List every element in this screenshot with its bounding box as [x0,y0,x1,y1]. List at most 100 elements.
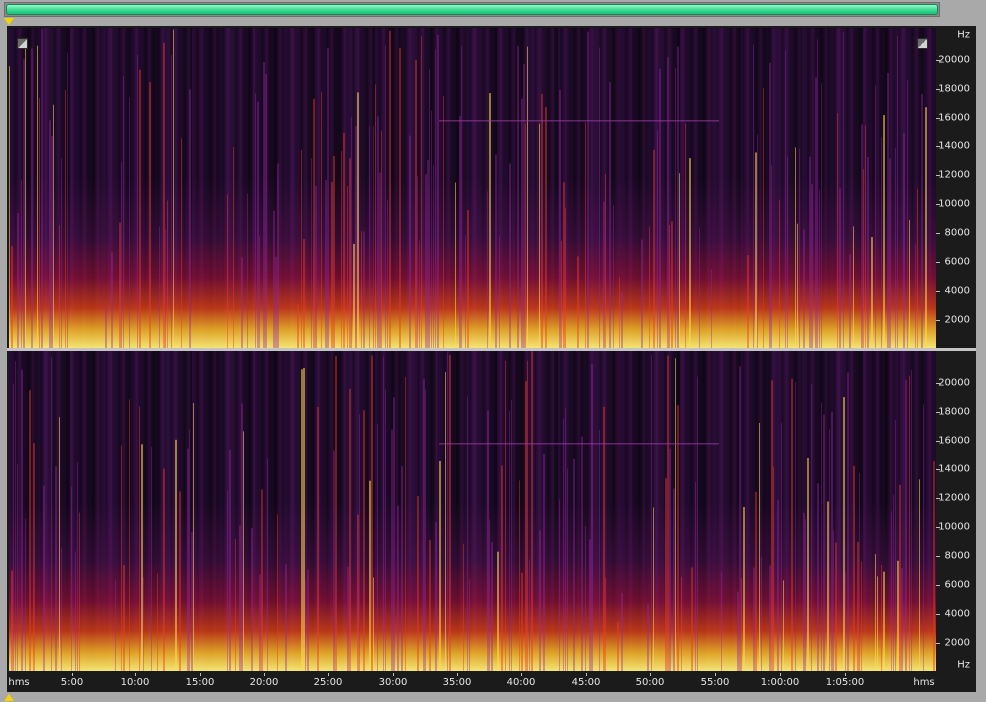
spectrogram-streak [391,429,393,671]
spectrogram-streak [39,98,40,348]
frequency-tick-label: 6000 [944,579,970,591]
spectrogram-streak [355,125,357,348]
spectrogram-streak [301,149,302,348]
spectrogram-streak [641,239,643,348]
spectral-display[interactable]: Hz 20000 18000 16000 14000 12000 10000 8000 600… [7,26,976,692]
frequency-tick-label: 14000 [938,140,970,152]
spectrogram-streak [241,257,243,348]
spectrogram-streak [79,512,80,671]
spectrogram-streak [577,256,579,348]
frequency-tick-label: 4000 [944,608,970,620]
spectrogram-streak [883,571,885,671]
zoom-corner-right-icon[interactable] [917,38,928,49]
spectrogram-streak [591,364,593,671]
time-tick [264,673,265,676]
spectrogram-streak [543,453,545,671]
spectrogram-streak [17,463,18,671]
spectrogram-streak [541,93,543,348]
spectrogram-streak [273,210,275,348]
spectrogram-streak [665,478,667,671]
spectrogram-streak [565,207,566,348]
spectrogram-streak [317,407,319,671]
spectrogram-streak [815,77,817,348]
spectrogram-streak [443,95,444,348]
spectrogram-streak [523,63,525,348]
spectrogram-streak [265,74,267,348]
spectrogram-streak [373,577,374,671]
spectrogram-streak [111,252,113,348]
spectrogram-streak [677,405,679,671]
spectrogram-streak [649,226,650,348]
playhead-marker-bottom-icon[interactable] [4,694,14,701]
frequency-unit-label: Hz [957,659,970,671]
spectrogram-streak [853,465,855,671]
spectrogram-streak [845,572,846,671]
spectrogram-streak [755,152,757,348]
spectrogram-streak [385,45,386,348]
playhead-marker-top-icon[interactable] [4,18,14,25]
scrollbar-thumb[interactable] [6,4,938,15]
spectrogram-streak [539,123,540,348]
frequency-tick-label: 4000 [944,285,970,297]
time-tick [586,673,587,676]
spectrogram-streak [835,542,837,671]
spectrogram-streak [899,484,901,671]
frequency-tick-label: 2000 [944,314,970,326]
spectrogram-streak [375,84,376,348]
spectrogram-window: Hz 20000 18000 16000 14000 12000 10000 8000 600… [0,0,986,702]
horizontal-scrollbar[interactable] [4,2,940,17]
spectrogram-streak [821,83,822,348]
spectrogram-streak [791,378,793,671]
spectrogram-streak [129,97,130,348]
spectrogram-streak [803,512,805,671]
spectrogram-streak [335,355,337,671]
spectrogram-streak [181,138,182,348]
spectrogram-streak [399,47,401,348]
spectrogram-streak [883,115,885,348]
spectrogram-streak [305,580,306,671]
spectrogram-streak [141,444,143,671]
spectrogram-streak [379,172,381,348]
time-tick-label: 50:00 [635,677,665,688]
spectrogram-streak [817,483,819,671]
spectrogram-streak [909,375,910,671]
time-tick [650,673,651,676]
spectrogram-streak [519,480,520,671]
spectrogram-streak [843,31,844,348]
spectrogram-streak [603,201,605,348]
spectrogram-streak [695,481,696,671]
zoom-corner-left-icon[interactable] [17,38,28,49]
spectrogram-streak [829,429,830,671]
spectrogram-streak [307,569,309,671]
spectrogram-streak [773,466,774,671]
spectrogram-streak [509,163,511,348]
spectrogram-streak [25,518,26,671]
spectrogram-streak [605,174,606,348]
spectrogram-streak [657,130,658,348]
time-tick [521,673,522,676]
spectrogram-streak [381,130,382,348]
spectrogram-streak [189,89,191,348]
spectrogram-streak [763,87,764,348]
spectrogram-streak [227,194,228,348]
spectrogram-streak [55,466,57,671]
spectrogram-streak [257,101,259,348]
spectrogram-streak [587,31,589,348]
spectrogram-streak [679,173,680,348]
time-unit-label-right: hms [913,677,935,688]
spectrogram-streak [563,182,565,348]
frequency-tick [936,233,940,234]
spectrogram-streak [843,397,845,671]
time-tick [328,673,329,676]
spectrogram-streak [449,355,451,671]
spectrogram-streak [467,210,469,348]
spectrogram-streak [71,486,72,671]
spectrogram-streak [805,519,806,671]
spectrogram-streak [559,499,560,671]
spectrogram-streak [61,547,62,671]
spectrogram-streak [785,49,786,348]
spectrogram-streak [189,429,190,671]
spectrogram-streak [115,579,116,671]
frequency-tick-label: 8000 [944,227,970,239]
spectrogram-streak [795,147,796,348]
